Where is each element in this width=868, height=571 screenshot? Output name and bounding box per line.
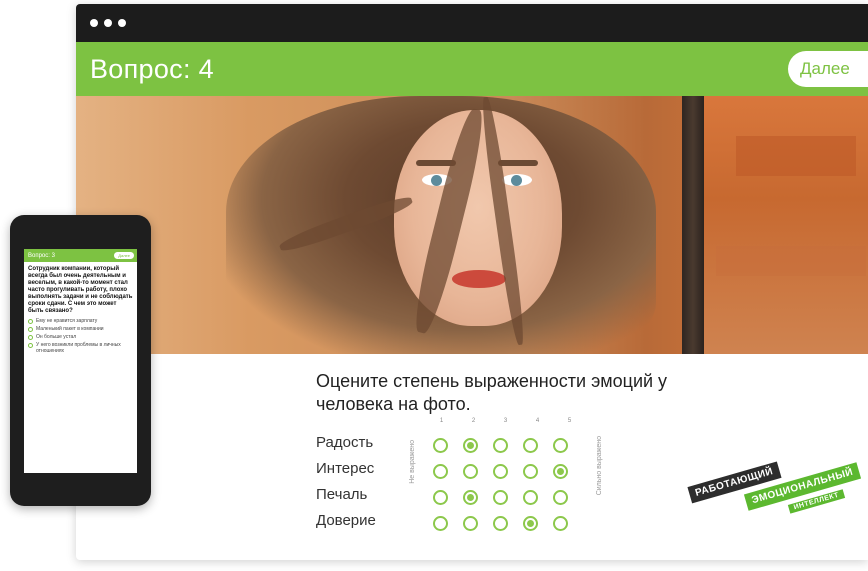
photo-brow (498, 160, 538, 166)
rating-radio[interactable] (493, 437, 508, 453)
next-button[interactable]: Далее (788, 51, 868, 87)
photo-background-wall (704, 96, 868, 354)
rating-radio[interactable] (523, 489, 538, 505)
scale-number: 1 (439, 418, 444, 424)
phone-question-header: Вопрос: 3 Далее (24, 249, 137, 262)
question-text: Оцените степень выраженности эмоций у че… (316, 371, 668, 414)
rating-radio[interactable] (553, 515, 568, 531)
photo-background-brick (736, 136, 856, 176)
phone-option-label: Ему не нравится зарплату (36, 318, 98, 324)
scale-number: 3 (503, 418, 508, 424)
emotion-label: Радость (316, 434, 374, 451)
emotion-list: Радость Интерес Печаль Доверие (316, 430, 376, 534)
radio-icon[interactable] (28, 327, 33, 332)
question-title: Вопрос: 4 (90, 53, 214, 84)
phone-question-title: Вопрос: 3 (28, 252, 55, 259)
window-dot-icon (90, 19, 98, 27)
rating-row (433, 510, 568, 536)
scale-min-label: Не выражено (409, 440, 416, 484)
rating-radio[interactable] (433, 515, 448, 531)
rating-radio[interactable] (463, 437, 478, 453)
emotion-label: Доверие (316, 512, 376, 529)
rating-radio[interactable] (493, 489, 508, 505)
rating-radio[interactable] (553, 463, 568, 479)
question-header: Вопрос: 4 Далее (76, 42, 868, 96)
rating-radio[interactable] (553, 437, 568, 453)
emotion-label: Интерес (316, 460, 375, 477)
scale-number: 2 (471, 418, 476, 424)
phone-option[interactable]: Он больше устал (24, 333, 137, 341)
question-area: Оцените степень выраженности эмоций у че… (76, 354, 868, 560)
window-titlebar (76, 4, 868, 42)
rating-radio[interactable] (523, 515, 538, 531)
rating-radio[interactable] (463, 489, 478, 505)
scale-number: 4 (535, 418, 540, 424)
scale-header: 1 2 3 4 5 (433, 418, 578, 424)
phone-mockup: Вопрос: 3 Далее Сотрудник компании, кото… (10, 215, 151, 506)
emotion-label: Печаль (316, 486, 368, 503)
phone-option-label: Маленький пакет в компании (36, 326, 104, 332)
rating-radio[interactable] (433, 463, 448, 479)
phone-screen: Вопрос: 3 Далее Сотрудник компании, кото… (24, 249, 137, 473)
radio-icon[interactable] (28, 335, 33, 340)
rating-radio[interactable] (433, 489, 448, 505)
phone-option[interactable]: Маленький пакет в компании (24, 325, 137, 333)
photo-background-brick (716, 246, 866, 276)
portrait-photo (76, 96, 868, 354)
radio-icon[interactable] (28, 319, 33, 324)
photo-eye (502, 174, 532, 186)
radio-icon[interactable] (28, 343, 33, 348)
photo-lips (452, 270, 506, 288)
phone-option-label: У него возникли проблемы в личных отноше… (36, 342, 121, 354)
phone-next-button[interactable]: Далее (114, 252, 134, 259)
rating-radio[interactable] (523, 463, 538, 479)
rating-radio[interactable] (523, 437, 538, 453)
scale-max-label: Сильно выражено (596, 436, 603, 496)
phone-question-text: Сотрудник компании, который всегда был о… (28, 266, 133, 314)
rating-radio[interactable] (433, 437, 448, 453)
phone-option[interactable]: Ему не нравится зарплату (24, 317, 137, 325)
phone-option[interactable]: У него возникли проблемы в личных отноше… (24, 341, 137, 355)
photo-background-pole (682, 96, 704, 354)
rating-radio[interactable] (553, 489, 568, 505)
rating-radio[interactable] (493, 463, 508, 479)
window-dot-icon (118, 19, 126, 27)
window-dot-icon (104, 19, 112, 27)
desktop-window: Вопрос: 4 Далее Оцените степень выраженн… (76, 4, 868, 560)
scale-number: 5 (567, 418, 572, 424)
rating-grid (433, 432, 568, 536)
stage: Вопрос: 4 Далее Оцените степень выраженн… (0, 0, 868, 571)
rating-radio[interactable] (463, 463, 478, 479)
phone-option-label: Он больше устал (36, 334, 77, 340)
rating-radio[interactable] (463, 515, 478, 531)
rating-row (433, 432, 568, 458)
rating-row (433, 484, 568, 510)
rating-row (433, 458, 568, 484)
rating-radio[interactable] (493, 515, 508, 531)
